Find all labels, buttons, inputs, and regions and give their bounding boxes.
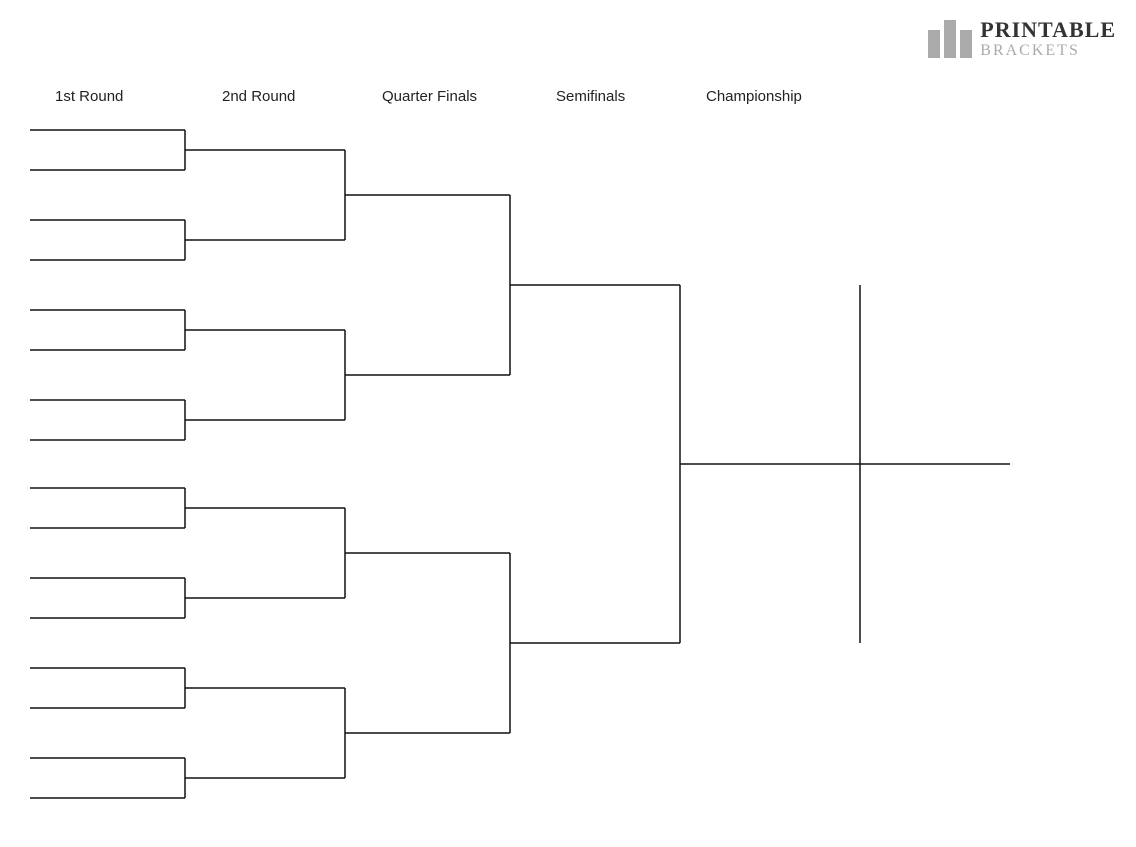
bracket-svg: [0, 0, 1136, 847]
